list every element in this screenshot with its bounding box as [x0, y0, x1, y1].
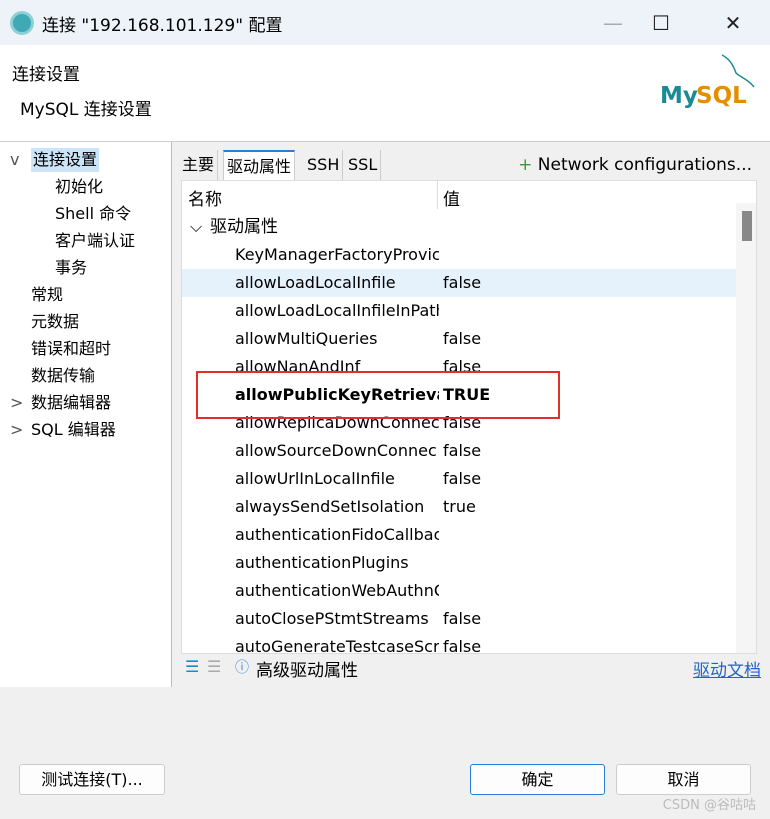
driver-docs-link[interactable]: 驱动文档	[693, 656, 761, 681]
tree-item[interactable]: 错误和超时	[31, 337, 111, 361]
property-value[interactable]: false	[443, 437, 481, 465]
property-name: allowSourceDownConnec	[235, 441, 437, 460]
property-value[interactable]: true	[443, 493, 476, 521]
advanced-properties-label: 高级驱动属性	[256, 661, 358, 681]
window-title: 连接 "192.168.101.129" 配置	[42, 16, 283, 36]
table-row[interactable]: autoGenerateTestcaseScript false	[182, 633, 736, 654]
test-connection-button[interactable]: 测试连接(T)...	[19, 764, 165, 795]
group-row[interactable]: ⌵ 驱动属性	[182, 213, 736, 241]
maximize-button[interactable]: ☐	[638, 6, 684, 40]
title-bar: 连接 "192.168.101.129" 配置 — ☐ ✕	[0, 0, 770, 45]
tree-item[interactable]: 客户端认证	[55, 229, 135, 253]
property-name: allowLoadLocalInfileInPath	[235, 301, 439, 320]
property-name: autoClosePStmtStreams	[235, 609, 429, 628]
svg-text:SQL: SQL	[696, 83, 747, 109]
table-row[interactable]: allowLoadLocalInfile false	[182, 269, 736, 297]
network-config-label: Network configurations...	[537, 155, 752, 175]
group-label: 驱动属性	[210, 217, 278, 237]
cancel-button[interactable]: 取消	[616, 764, 751, 795]
tree-item[interactable]: 连接设置	[31, 148, 100, 172]
dialog-header: 连接设置 MySQL 连接设置 My SQL	[0, 45, 770, 142]
chevron-right-icon[interactable]: >	[10, 391, 23, 415]
column-header-name[interactable]: 名称	[188, 185, 222, 210]
tree-item[interactable]: SQL 编辑器	[31, 418, 116, 442]
svg-text:My: My	[660, 83, 698, 109]
watermark: CSDN @谷咕咕	[662, 798, 756, 813]
tree-item[interactable]: 数据编辑器	[31, 391, 111, 415]
tree-item[interactable]: Shell 命令	[55, 202, 131, 226]
table-row[interactable]: alwaysSendSetIsolation true	[182, 493, 736, 521]
property-name: KeyManagerFactoryProvic	[235, 245, 439, 264]
property-name: authenticationPlugins	[235, 553, 409, 572]
tab-main[interactable]: 主要	[179, 150, 219, 180]
settings-tree: 连接设置 v 初始化 Shell 命令 客户端认证事务常规元数据错误和超时数据传输数据编…	[0, 142, 172, 687]
property-value[interactable]: false	[443, 325, 481, 353]
tree-item[interactable]: 事务	[55, 256, 87, 280]
property-name: allowMultiQueries	[235, 329, 378, 348]
table-row[interactable]: allowLoadLocalInfileInPath	[182, 297, 736, 325]
mysql-logo: My SQL	[660, 54, 755, 109]
chevron-right-icon[interactable]: >	[10, 418, 23, 442]
table-toolbar: ☰ ☰ ⓘ 高级驱动属性 驱动文档	[181, 654, 765, 682]
property-name: alwaysSendSetIsolation	[235, 497, 425, 516]
chevron-down-icon: ⌵	[190, 217, 203, 236]
tab-ssl[interactable]: SSL	[345, 150, 382, 180]
vertical-scrollbar[interactable]	[736, 203, 756, 653]
network-configurations-button[interactable]: + Network configurations...	[518, 150, 752, 180]
table-row[interactable]: authenticationWebAuthnC	[182, 577, 736, 605]
header-title: 连接设置	[12, 65, 80, 85]
property-name: authenticationFidoCallbac	[235, 525, 439, 544]
property-name: allowUrlInLocalInfile	[235, 469, 395, 488]
tree-item[interactable]: 数据传输	[31, 364, 95, 388]
table-row[interactable]: allowSourceDownConnec false	[182, 437, 736, 465]
tab-driver-properties[interactable]: 驱动属性	[223, 150, 296, 180]
tree-item[interactable]: 初始化	[55, 175, 103, 199]
expand-all-icon[interactable]: ☰	[185, 657, 199, 676]
property-value[interactable]: false	[443, 605, 481, 633]
plus-icon: +	[518, 155, 538, 175]
header-subtitle: MySQL 连接设置	[20, 100, 152, 120]
property-value[interactable]: false	[443, 269, 481, 297]
property-name: allowLoadLocalInfile	[235, 273, 396, 292]
tab-ssh[interactable]: SSH	[304, 150, 344, 180]
property-name: autoGenerateTestcaseScript	[235, 637, 439, 654]
close-button[interactable]: ✕	[710, 6, 756, 40]
table-row[interactable]: autoClosePStmtStreams false	[182, 605, 736, 633]
table-row[interactable]: allowMultiQueries false	[182, 325, 736, 353]
minimize-button[interactable]: —	[590, 6, 636, 40]
highlight-annotation	[196, 371, 560, 419]
info-icon: ⓘ	[235, 660, 249, 676]
chevron-down-icon[interactable]: v	[10, 148, 19, 172]
table-row[interactable]: authenticationFidoCallbac	[182, 521, 736, 549]
property-name: authenticationWebAuthnC	[235, 581, 439, 600]
table-row[interactable]: KeyManagerFactoryProvic	[182, 241, 736, 269]
tree-item[interactable]: 常规	[31, 283, 63, 307]
tree-item[interactable]: 元数据	[31, 310, 79, 334]
collapse-all-icon[interactable]: ☰	[207, 657, 221, 676]
property-value[interactable]: false	[443, 633, 481, 653]
ok-button[interactable]: 确定	[470, 764, 605, 795]
scrollbar-thumb[interactable]	[742, 211, 752, 241]
column-header-value[interactable]: 值	[443, 185, 460, 210]
table-row[interactable]: allowUrlInLocalInfile false	[182, 465, 736, 493]
table-row[interactable]: authenticationPlugins	[182, 549, 736, 577]
app-icon	[10, 11, 34, 35]
property-value[interactable]: false	[443, 465, 481, 493]
